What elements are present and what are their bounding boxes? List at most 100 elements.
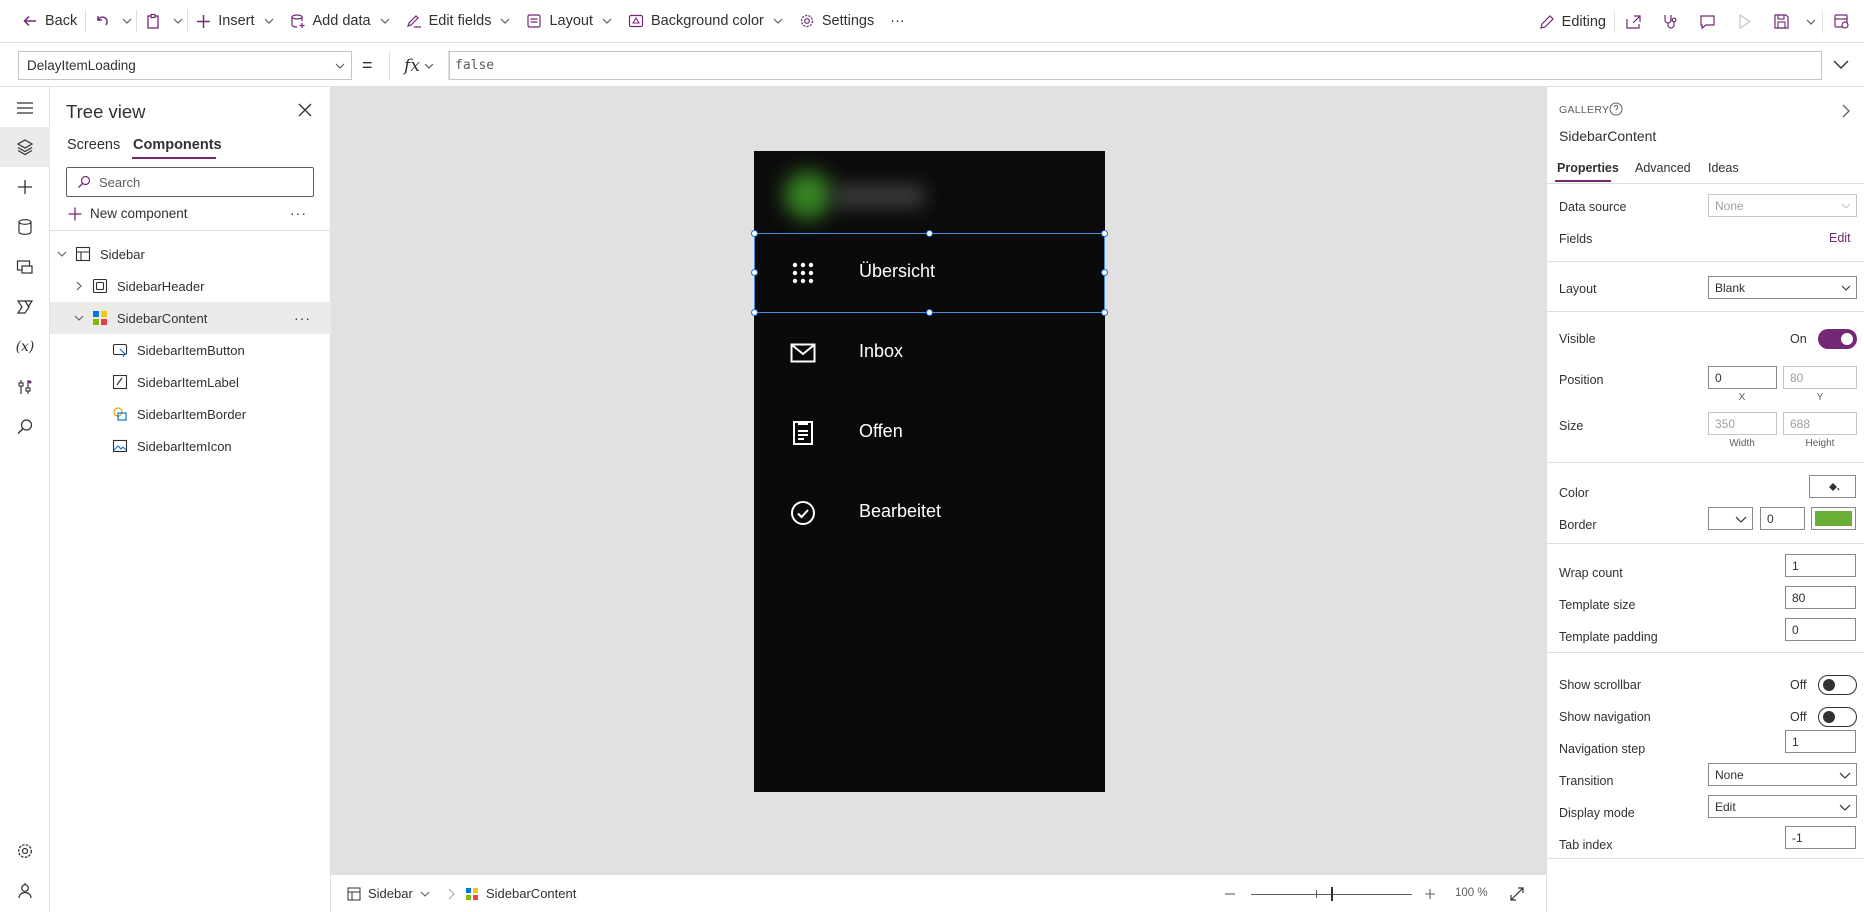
sidebar-header-preview[interactable] [754, 151, 1105, 233]
color-picker-button[interactable] [1809, 475, 1856, 498]
layout-dropdown[interactable]: Blank [1708, 276, 1857, 299]
resize-handle[interactable] [1101, 269, 1108, 276]
tree-node-sidebar-content[interactable]: SidebarContent ··· [50, 302, 331, 334]
resize-handle[interactable] [751, 230, 758, 237]
tree-node-more-button[interactable]: ··· [294, 310, 311, 326]
layout-button[interactable]: Layout [518, 0, 620, 43]
resize-handle[interactable] [926, 309, 933, 316]
power-automate-icon[interactable] [14, 296, 36, 318]
visible-toggle[interactable] [1818, 329, 1857, 349]
show-scrollbar-toggle[interactable] [1818, 675, 1857, 695]
control-type: GALLERY [1559, 104, 1610, 116]
paste-menu-button[interactable] [169, 0, 187, 43]
hamburger-menu-icon[interactable] [14, 97, 36, 119]
border-style-dropdown[interactable] [1708, 507, 1753, 530]
publish-button[interactable] [1823, 0, 1864, 43]
wrap-count-input[interactable]: 1 [1785, 554, 1856, 577]
breadcrumb-screen[interactable]: Sidebar [347, 886, 430, 901]
resize-handle[interactable] [926, 230, 933, 237]
editing-button[interactable]: Editing [1531, 0, 1614, 43]
fit-to-window-icon[interactable] [1509, 886, 1525, 902]
border-color-picker[interactable] [1811, 507, 1856, 530]
design-canvas[interactable]: Übersicht Inbox Offen Bearbeitet [331, 87, 1546, 874]
property-dropdown[interactable]: DelayItemLoading [18, 51, 352, 80]
app-checker-button[interactable] [1652, 0, 1689, 43]
comments-button[interactable] [1689, 0, 1726, 43]
preview-button[interactable] [1726, 0, 1763, 43]
plus-icon [68, 207, 82, 221]
tree-view-layers-icon[interactable] [14, 136, 36, 158]
tab-screens[interactable]: Screens [67, 137, 120, 153]
gallery-item[interactable]: Offen [754, 393, 1105, 473]
resize-handle[interactable] [1101, 309, 1108, 316]
save-button[interactable] [1763, 0, 1800, 43]
function-button[interactable]: fx [389, 51, 449, 80]
tree-node-sidebar-item-border[interactable]: SidebarItemBorder [50, 398, 331, 430]
template-size-input[interactable]: 80 [1785, 586, 1856, 609]
tab-index-input[interactable]: -1 [1785, 826, 1856, 849]
tree-node-sidebar-header[interactable]: SidebarHeader [50, 270, 331, 302]
size-width-input[interactable]: 350 [1708, 412, 1777, 435]
new-component-more-button[interactable]: ··· [290, 205, 307, 221]
save-menu-button[interactable] [1800, 0, 1822, 43]
expand-formula-button[interactable] [1832, 57, 1850, 71]
chevron-right-icon[interactable] [72, 281, 86, 291]
tab-properties[interactable]: Properties [1557, 161, 1619, 175]
variables-icon[interactable]: (x) [14, 336, 36, 358]
transition-dropdown[interactable]: None [1708, 763, 1857, 786]
resize-handle[interactable] [751, 269, 758, 276]
collapse-panel-icon[interactable] [1841, 103, 1851, 119]
selection-frame[interactable] [751, 230, 1108, 316]
fields-edit-link[interactable]: Edit [1829, 231, 1851, 245]
undo-menu-button[interactable] [118, 0, 136, 43]
formula-input[interactable]: false [449, 51, 1822, 80]
tree-node-sidebar[interactable]: Sidebar [50, 238, 331, 270]
gear-icon[interactable] [14, 840, 36, 862]
back-button[interactable]: Back [0, 0, 85, 43]
breadcrumb-control[interactable]: SidebarContent [465, 886, 576, 901]
zoom-out-icon[interactable] [1224, 888, 1236, 900]
chevron-down-icon[interactable] [55, 249, 69, 259]
show-navigation-toggle[interactable] [1818, 707, 1857, 727]
size-height-input[interactable]: 688 [1783, 412, 1857, 435]
media-icon[interactable] [14, 256, 36, 278]
navigation-step-input[interactable]: 1 [1785, 730, 1856, 753]
border-width-input[interactable]: 0 [1760, 507, 1805, 530]
help-circle-icon[interactable] [1609, 102, 1623, 116]
settings-button[interactable]: Settings [791, 0, 882, 43]
advanced-tools-icon[interactable] [14, 376, 36, 398]
gallery-item[interactable]: Inbox [754, 313, 1105, 393]
template-padding-input[interactable]: 0 [1785, 618, 1856, 641]
share-button[interactable] [1615, 0, 1652, 43]
paste-button[interactable] [137, 0, 169, 43]
insert-plus-icon[interactable] [14, 176, 36, 198]
resize-handle[interactable] [751, 309, 758, 316]
virtual-agent-icon[interactable] [14, 880, 36, 902]
tree-node-sidebar-item-label[interactable]: SidebarItemLabel [50, 366, 331, 398]
search-icon[interactable] [14, 416, 36, 438]
data-source-dropdown[interactable]: None [1708, 194, 1857, 217]
zoom-slider-thumb[interactable] [1331, 887, 1333, 901]
resize-handle[interactable] [1101, 230, 1108, 237]
new-component-button[interactable]: New component [68, 206, 188, 221]
display-mode-dropdown[interactable]: Edit [1708, 795, 1857, 818]
tree-search-input[interactable]: Search [66, 167, 314, 197]
position-x-input[interactable]: 0 [1708, 366, 1777, 389]
position-y-input[interactable]: 80 [1783, 366, 1857, 389]
tab-components[interactable]: Components [133, 137, 222, 153]
gallery-item[interactable]: Bearbeitet [754, 473, 1105, 553]
chevron-down-icon[interactable] [72, 313, 86, 323]
zoom-in-icon[interactable] [1424, 888, 1436, 900]
background-color-button[interactable]: Background color [620, 0, 791, 43]
tab-ideas[interactable]: Ideas [1708, 161, 1739, 175]
more-commands-button[interactable]: ··· [882, 0, 913, 43]
undo-button[interactable] [86, 0, 118, 43]
tab-advanced[interactable]: Advanced [1635, 161, 1691, 175]
insert-button[interactable]: Insert [188, 0, 281, 43]
add-data-button[interactable]: Add data [282, 0, 398, 43]
close-icon[interactable] [298, 103, 312, 117]
data-cylinder-icon[interactable] [14, 216, 36, 238]
tree-node-sidebar-item-icon[interactable]: SidebarItemIcon [50, 430, 331, 462]
tree-node-sidebar-item-button[interactable]: SidebarItemButton [50, 334, 331, 366]
edit-fields-button[interactable]: Edit fields [398, 0, 519, 43]
